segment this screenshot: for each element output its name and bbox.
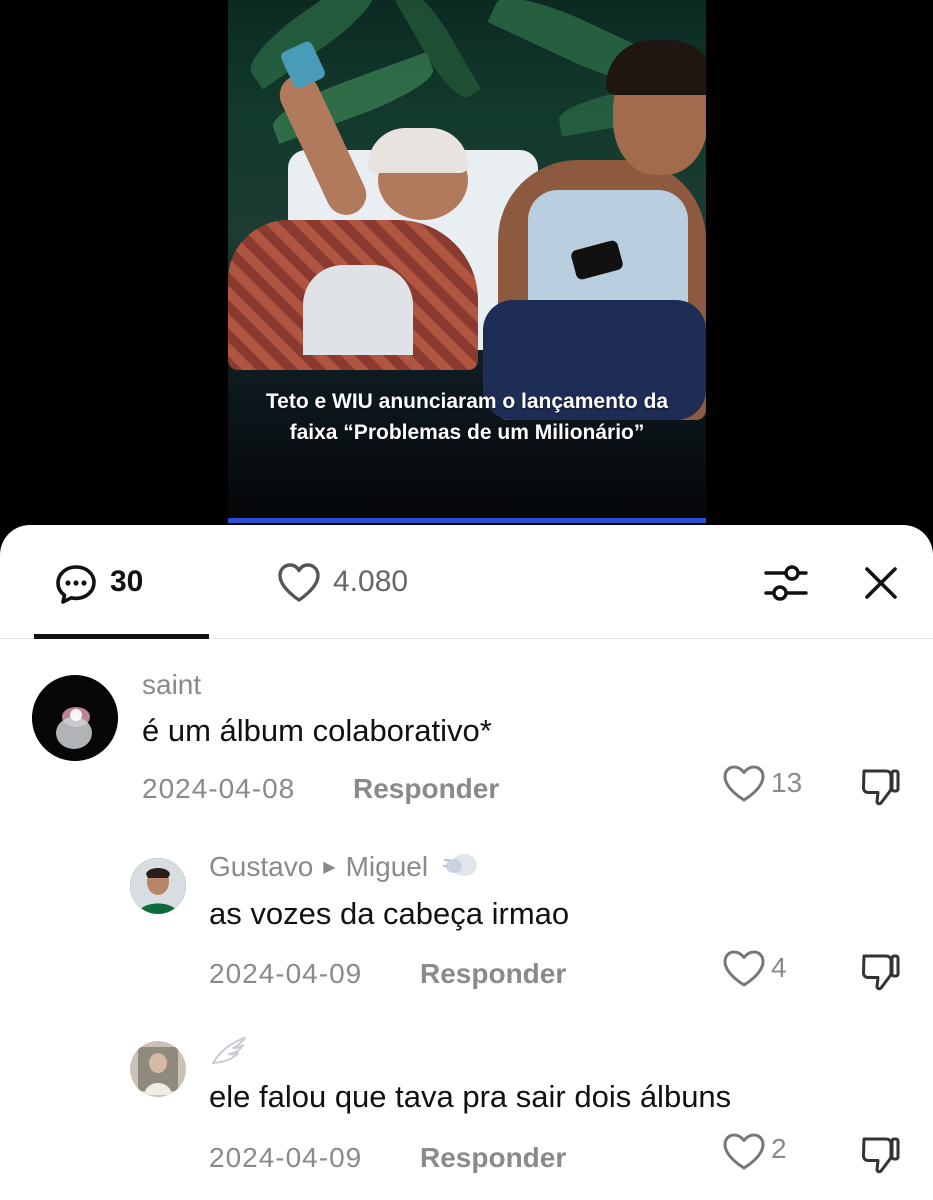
avatar-image [32, 675, 118, 761]
comments-count: 30 [110, 565, 144, 598]
comment-username: Gustavo ▶ Miguel [209, 850, 480, 883]
sheet-tabs: 30 4.080 [0, 525, 933, 639]
reply-button[interactable]: Responder [420, 1142, 566, 1174]
heart-icon[interactable] [722, 948, 766, 988]
tab-likes[interactable]: 4.080 [275, 525, 475, 639]
likes-count: 4.080 [333, 565, 409, 598]
person-left-tank [303, 265, 413, 355]
comment-like-count: 2 [771, 1133, 787, 1164]
reply-button[interactable]: Responder [420, 958, 566, 990]
comment-username[interactable] [209, 1035, 249, 1074]
avatar-image [130, 858, 186, 914]
comment-text: ele falou que tava pra sair dois álbuns [209, 1079, 732, 1114]
video-caption: Teto e WIU anunciaram o lançamento da fa… [228, 386, 706, 448]
sliders-icon[interactable] [760, 557, 812, 609]
thumbs-down-icon[interactable] [858, 948, 902, 992]
video-player[interactable]: Teto e WIU anunciaram o lançamento da fa… [0, 0, 933, 560]
comment-username[interactable]: saint [142, 669, 201, 701]
puff-emoji-icon [442, 854, 477, 876]
reply-arrow-icon: ▶ [323, 859, 336, 876]
close-icon[interactable] [855, 557, 907, 609]
comment-like-count: 4 [771, 952, 787, 983]
comment-text: é um álbum colaborativo* [142, 713, 492, 748]
caption-line-2: faixa “Problemas de um Milionário” [289, 421, 645, 444]
comment-bubble-icon [56, 565, 96, 604]
reply-author[interactable]: Gustavo [209, 851, 313, 882]
comment-text: as vozes da cabeça irmao [209, 896, 570, 931]
comment-date: 2024-04-09 [209, 1142, 363, 1173]
comment-date: 2024-04-08 [142, 773, 296, 804]
avatar-image [130, 1041, 186, 1097]
comment-item: saint é um álbum colaborativo* 2024-04-0… [0, 665, 933, 815]
comment-date: 2024-04-09 [209, 958, 363, 989]
wing-emoji-icon [212, 1037, 246, 1064]
caption-line-1: Teto e WIU anunciaram o lançamento da [265, 390, 669, 413]
video-progress-bar[interactable] [228, 518, 706, 523]
comment-reply-item: ele falou que tava pra sair dois álbuns … [0, 1035, 933, 1200]
comment-reply-item: Gustavo ▶ Miguel as vozes da cabeça irmao … [0, 850, 933, 1000]
heart-icon [278, 563, 320, 602]
active-tab-indicator [34, 634, 209, 639]
heart-icon[interactable] [722, 763, 766, 803]
thumbs-down-icon[interactable] [858, 1131, 902, 1175]
avatar[interactable] [32, 675, 118, 761]
person-left-cap [368, 128, 468, 173]
reply-button[interactable]: Responder [353, 773, 499, 805]
heart-icon[interactable] [722, 1131, 766, 1171]
avatar[interactable] [130, 858, 186, 914]
comments-sheet: 30 4.080 saint é um álbum colaborativo* … [0, 525, 933, 1200]
comment-like-count: 13 [771, 767, 803, 798]
video-frame[interactable]: Teto e WIU anunciaram o lançamento da fa… [228, 0, 706, 522]
thumbs-down-icon[interactable] [858, 763, 902, 807]
avatar[interactable] [130, 1041, 186, 1097]
reply-to-user[interactable]: Miguel [346, 851, 428, 882]
tab-comments[interactable]: 30 [34, 525, 209, 639]
